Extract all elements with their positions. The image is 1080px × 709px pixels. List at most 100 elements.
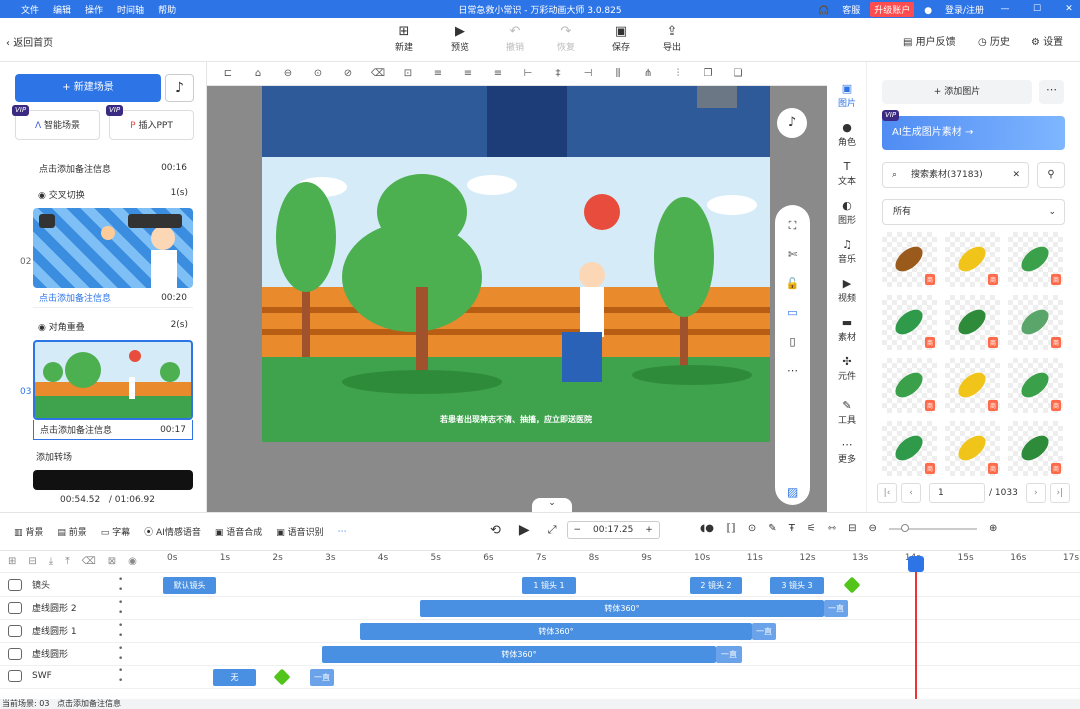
ai-voice-button[interactable]: ⦿ AI情感语音	[144, 525, 201, 538]
timeline-bar[interactable]: 一直	[310, 669, 334, 686]
history-button[interactable]: ◷ 历史	[978, 33, 1010, 48]
link-icon[interactable]: ⊘	[333, 68, 363, 79]
smart-scene-button[interactable]: VIP Λ 智能场景	[12, 105, 100, 140]
fullscreen-icon[interactable]: ⤢	[548, 523, 557, 537]
nav-tool[interactable]: ✎ 工具	[827, 399, 867, 426]
track-toggles[interactable]: • •	[118, 644, 123, 664]
visibility-icon[interactable]: ◉	[128, 556, 137, 567]
unlock-icon[interactable]: ⊙	[303, 68, 333, 79]
first-page-button[interactable]: |‹	[877, 483, 897, 503]
menu-timeline[interactable]: 时间轴	[110, 3, 151, 16]
new-button[interactable]: ⊞ 新建	[384, 24, 424, 53]
align-center-icon[interactable]: ‡	[543, 68, 573, 79]
music-icon[interactable]: ♪	[165, 74, 194, 102]
edit-icon[interactable]: ✎	[768, 523, 776, 534]
align-top-icon[interactable]: ≡	[423, 68, 453, 79]
timeline-track[interactable]: 虚线圆形 1 • • 转体360° 一直	[0, 620, 1080, 643]
more-icon[interactable]: ⋯	[787, 364, 798, 393]
mobile-icon[interactable]: ▯	[789, 335, 795, 364]
asset-item[interactable]: 商	[945, 232, 1000, 287]
menu-help[interactable]: 帮助	[151, 3, 183, 16]
music-icon[interactable]: ♪	[777, 108, 807, 138]
hide-icon[interactable]: ⊖	[273, 68, 303, 79]
add-folder-icon[interactable]: ⊟	[28, 556, 36, 567]
asset-item[interactable]: 商	[882, 421, 937, 476]
timeline-bar[interactable]: 一直	[824, 600, 848, 617]
asset-item[interactable]: 商	[1008, 232, 1063, 287]
zoom-in-icon[interactable]: ⊕	[989, 523, 997, 534]
preview-button[interactable]: ▶ 预览	[440, 24, 480, 53]
last-page-button[interactable]: ›|	[1049, 483, 1070, 503]
minimize-icon[interactable]: —	[994, 4, 1016, 14]
playhead[interactable]	[915, 558, 917, 708]
scene-thumbnail-active[interactable]	[33, 340, 193, 420]
settings-button[interactable]: ⚙ 设置	[1031, 33, 1063, 48]
timeline-bar[interactable]: 1 镜头 1	[522, 577, 576, 594]
timeline-bar[interactable]: 一直	[716, 646, 742, 663]
align-left-icon[interactable]: ⊢	[513, 68, 543, 79]
font-icon[interactable]: Ŧ	[789, 523, 795, 534]
add-keyframe-icon[interactable]	[843, 576, 861, 594]
timeline-track[interactable]: 虚线圆形 • • 转体360° 一直	[0, 643, 1080, 666]
next-page-button[interactable]: ›	[1025, 483, 1046, 503]
undo-button[interactable]: ↶ 撤销	[495, 24, 535, 53]
timeline-bar[interactable]: 转体360°	[420, 600, 824, 617]
scene-subtitle[interactable]: 若患者出现神志不清、抽搐，应立即送医院	[262, 414, 770, 425]
background-button[interactable]: ▥ 背景	[14, 525, 43, 538]
track-toggles[interactable]: • •	[118, 666, 123, 686]
timeline-bar[interactable]: 默认镜头	[163, 577, 216, 594]
add-keyframe-icon[interactable]	[273, 668, 291, 686]
tts-button[interactable]: ▣ 语音合成	[215, 525, 262, 538]
asset-item[interactable]: 商	[945, 421, 1000, 476]
upgrade-button[interactable]: 升级账户	[870, 1, 915, 17]
time-stepper[interactable]: − 00:17.25 +	[566, 521, 660, 539]
crop-icon[interactable]: ⊡	[393, 68, 423, 79]
track-toggles[interactable]: • •	[118, 621, 123, 641]
menu-operate[interactable]: 操作	[78, 3, 110, 16]
nav-component[interactable]: ✣ 元件	[827, 355, 867, 382]
more-icon[interactable]: ⋯	[1039, 80, 1064, 104]
scene-note[interactable]: 点击添加备注信息 00:20	[33, 288, 193, 308]
feedback-button[interactable]: ▤ 用户反馈	[903, 33, 956, 48]
add-image-button[interactable]: + 添加图片	[882, 80, 1032, 104]
timeline-track[interactable]: SWF • • 无 一直	[0, 666, 1080, 689]
timeline-bar[interactable]: 2 镜头 2	[690, 577, 742, 594]
stage-canvas[interactable]: 若患者出现神志不清、抽搐，应立即送医院	[262, 157, 770, 442]
minus-icon[interactable]: −	[568, 525, 588, 535]
redo-button[interactable]: ↷ 恢复	[546, 24, 586, 53]
timeline-track[interactable]: 镜头 • • 默认镜头 1 镜头 1 2 镜头 2 3 镜头 3	[0, 574, 1080, 597]
play-icon[interactable]: ▶	[519, 522, 530, 538]
menu-file[interactable]: 文件	[14, 3, 46, 16]
align-right-icon[interactable]: ⊣	[573, 68, 603, 79]
scene-thumbnail[interactable]	[33, 208, 193, 288]
zoom-out-icon[interactable]: ⊖	[869, 523, 877, 534]
timeline-track[interactable]: 虚线圆形 2 • • 转体360° 一直	[0, 597, 1080, 620]
track-toggles[interactable]: • •	[118, 598, 123, 618]
layer-icon[interactable]: ⊏	[213, 68, 243, 79]
distribute-v-icon[interactable]: ⋔	[633, 68, 663, 79]
lock-icon[interactable]: 🔓	[786, 277, 800, 306]
replay-icon[interactable]: ⟲	[490, 523, 501, 538]
insert-ppt-button[interactable]: VIP P 插入PPT	[106, 105, 194, 140]
nav-more[interactable]: ⋯ 更多	[827, 438, 867, 465]
adjust-icon[interactable]: ⚟	[807, 523, 816, 534]
toggle-switch[interactable]: ◖●	[700, 523, 714, 534]
collapse-icon[interactable]: ⌄	[532, 498, 572, 512]
asset-item[interactable]: 商	[945, 358, 1000, 413]
category-select[interactable]: 所有 ⌄	[882, 199, 1065, 225]
menu-edit[interactable]: 编辑	[46, 3, 78, 16]
zoom-slider[interactable]	[888, 523, 977, 532]
scene-note[interactable]: 点击添加备注信息 00:16	[33, 158, 193, 178]
save-button[interactable]: ▣ 保存	[601, 24, 641, 53]
asset-item[interactable]: 商	[882, 295, 937, 350]
plus-icon[interactable]: +	[639, 525, 659, 535]
zoom-handle[interactable]	[900, 523, 909, 532]
back-home-button[interactable]: ‹ 返回首页	[6, 34, 53, 49]
timeline-bar[interactable]: 一直	[752, 623, 776, 640]
align-bottom-icon[interactable]: ≡	[483, 68, 513, 79]
lock-icon[interactable]: ⊠	[108, 556, 116, 567]
page-input[interactable]: 1	[929, 483, 985, 503]
asset-item[interactable]: 商	[1008, 295, 1063, 350]
nav-text[interactable]: T 文本	[827, 160, 867, 187]
export-button[interactable]: ⇪ 导出	[652, 24, 692, 53]
